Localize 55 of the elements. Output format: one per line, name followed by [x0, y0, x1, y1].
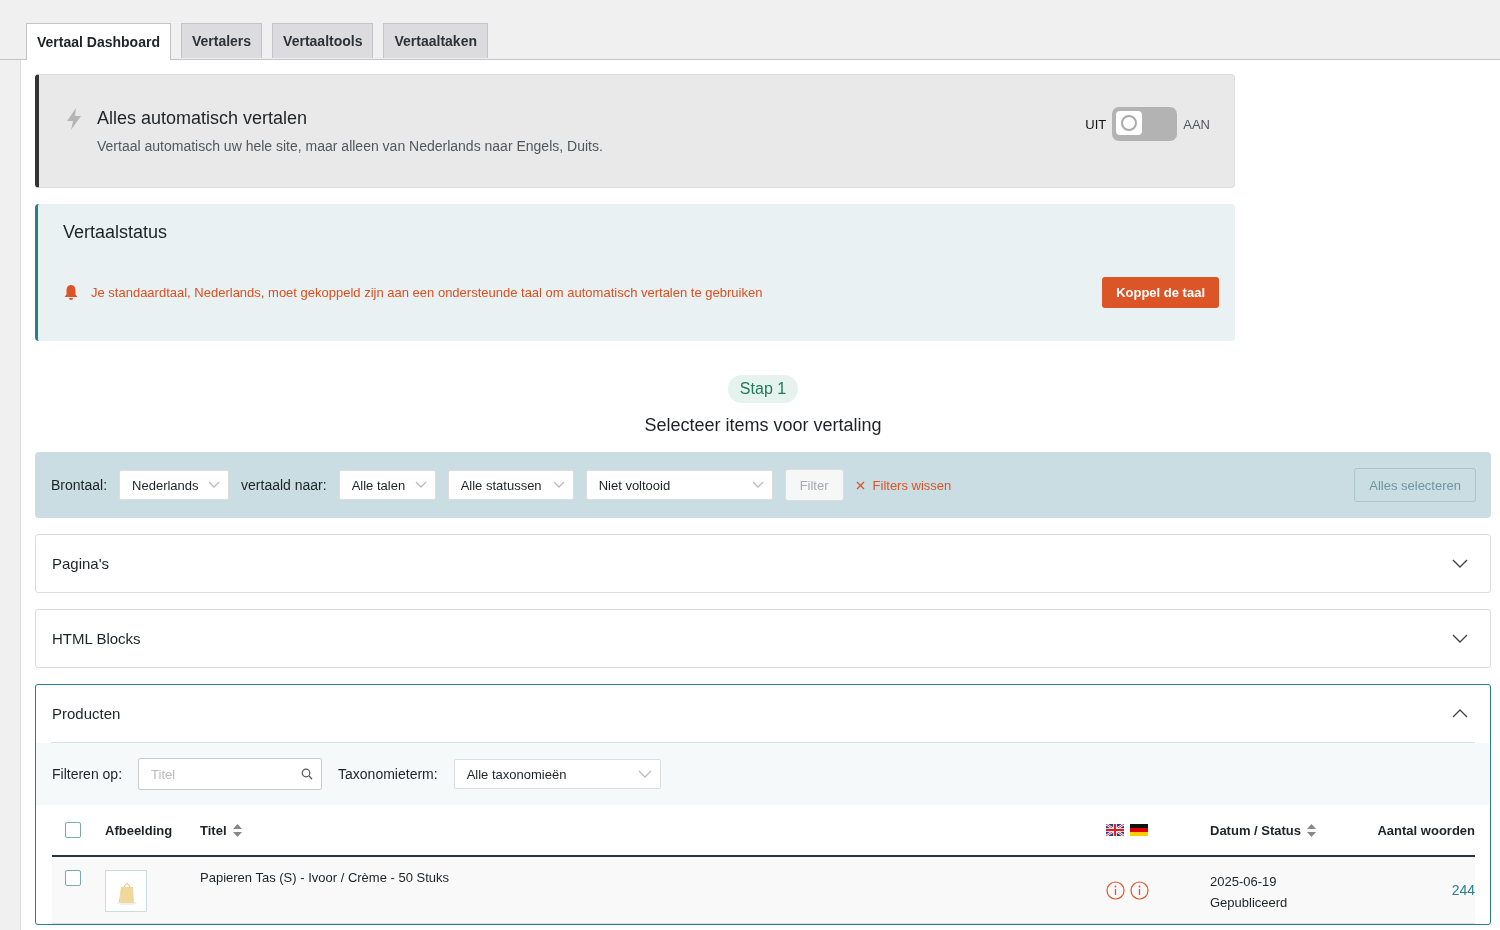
- status-dropdown[interactable]: Alle statussen: [447, 470, 574, 500]
- info-icon[interactable]: [1106, 880, 1125, 900]
- chevron-down-icon: [552, 481, 565, 489]
- chevron-down-icon: [208, 481, 221, 489]
- date-cell-text: 2025-06-19: [1210, 874, 1278, 889]
- target-language-dropdown[interactable]: Alle talen: [338, 470, 436, 500]
- lightning-icon: [65, 107, 83, 131]
- warning-message: Je standaardtaal, Nederlands, moet gekoppeld zijn aan een ondersteunde taal om automatisch vertalen te gebruiken: [91, 285, 764, 300]
- column-header: Titel: [200, 822, 227, 838]
- column-header: Datum / Status: [1210, 822, 1301, 838]
- completion-dropdown[interactable]: Niet voltooid: [585, 470, 773, 500]
- search-field[interactable]: Titel: [138, 758, 323, 790]
- chevron-down-icon[interactable]: [1452, 634, 1468, 643]
- source-language-dropdown[interactable]: Nederlands: [119, 470, 230, 500]
- column-header: Aantal woorden: [1377, 822, 1475, 838]
- toggle-switch[interactable]: [1112, 107, 1178, 141]
- chevron-down-icon: [637, 770, 652, 778]
- bell-icon: [63, 284, 79, 301]
- card-description: Vertaal automatisch uw hele site, maar alleen van Nederlands naar Engels, Duits.: [97, 138, 604, 154]
- row-checkbox[interactable]: [65, 870, 81, 886]
- section-title[interactable]: HTML Blocks: [52, 630, 141, 647]
- select-all-checkbox[interactable]: [65, 822, 81, 838]
- info-icon[interactable]: [1130, 880, 1149, 900]
- section-title[interactable]: Pagina's: [52, 555, 110, 572]
- chevron-down-icon: [414, 481, 427, 489]
- column-header: Afbeelding: [105, 822, 173, 838]
- tab[interactable]: Vertaaltaken: [383, 23, 488, 58]
- tab[interactable]: Vertaaltools: [272, 23, 374, 58]
- table-cell-text: Papieren Tas (S) - Ivoor / Crème - 50 Stuks: [200, 870, 450, 887]
- uk-flag-icon: [1106, 824, 1124, 836]
- card-title: Vertaalstatus: [63, 222, 169, 243]
- tab[interactable]: Vertalers: [180, 23, 263, 58]
- german-flag-icon: [1130, 824, 1148, 836]
- on-label: AAN: [1183, 116, 1210, 132]
- chevron-down-icon[interactable]: [1452, 559, 1468, 568]
- step-title: Selecteer items voor vertaling: [644, 415, 882, 436]
- chevron-up-icon[interactable]: [1452, 709, 1468, 718]
- filter-label: Taxonomieterm:: [338, 766, 438, 782]
- tab[interactable]: Vertaal Dashboard: [26, 23, 171, 60]
- filter-label: vertaald naar:: [241, 477, 327, 493]
- link-language-button[interactable]: Koppel de taal: [1102, 277, 1219, 308]
- filter-label: Filteren op:: [52, 766, 123, 782]
- close-icon: [855, 480, 865, 490]
- sort-icon[interactable]: [232, 823, 242, 837]
- chevron-down-icon: [751, 481, 764, 489]
- filter-label: Brontaal:: [51, 477, 108, 493]
- status-cell-text: Gepubliceerd: [1210, 895, 1289, 910]
- sort-icon[interactable]: [1307, 823, 1316, 837]
- card-title: Alles automatisch vertalen: [97, 108, 309, 129]
- taxonomy-dropdown[interactable]: Alle taxonomieën: [453, 759, 661, 789]
- word-count-link[interactable]: 244: [1451, 882, 1475, 898]
- section-title[interactable]: Producten: [52, 705, 121, 722]
- off-label: UIT: [1085, 116, 1107, 132]
- search-icon: [301, 768, 314, 780]
- step-badge: Stap 1: [727, 375, 799, 403]
